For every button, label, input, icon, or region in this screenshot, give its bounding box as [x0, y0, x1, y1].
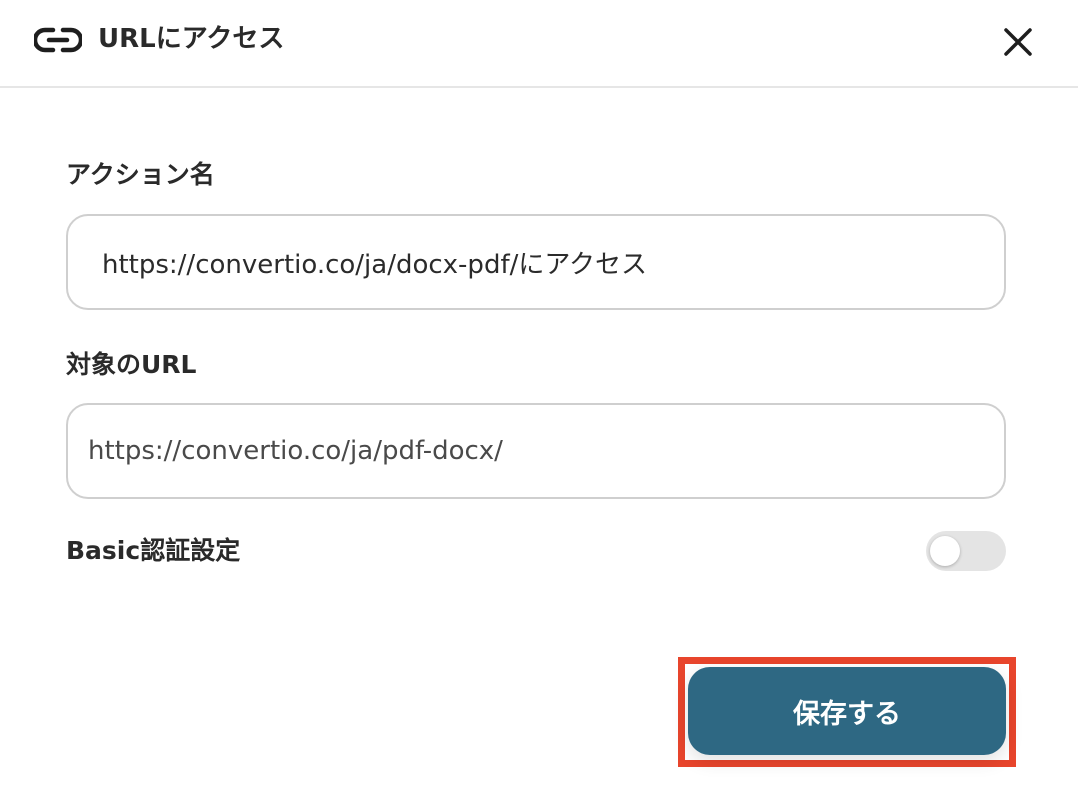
dialog-header: URLにアクセス	[0, 0, 1078, 88]
target-url-input[interactable]	[66, 403, 1006, 499]
basic-auth-label: Basic認証設定	[66, 536, 241, 565]
url-access-dialog: URLにアクセス アクション名 対象のURL Basic認証設定 保存する	[0, 0, 1078, 804]
target-url-label: 対象のURL	[66, 350, 197, 379]
close-icon[interactable]	[996, 20, 1040, 64]
action-name-input[interactable]	[66, 214, 1006, 310]
save-button[interactable]: 保存する	[688, 667, 1006, 755]
dialog-title: URLにアクセス	[98, 24, 285, 54]
link-icon	[34, 27, 82, 53]
basic-auth-toggle[interactable]	[926, 531, 1006, 571]
toggle-knob	[930, 536, 960, 566]
action-name-label: アクション名	[66, 160, 215, 189]
